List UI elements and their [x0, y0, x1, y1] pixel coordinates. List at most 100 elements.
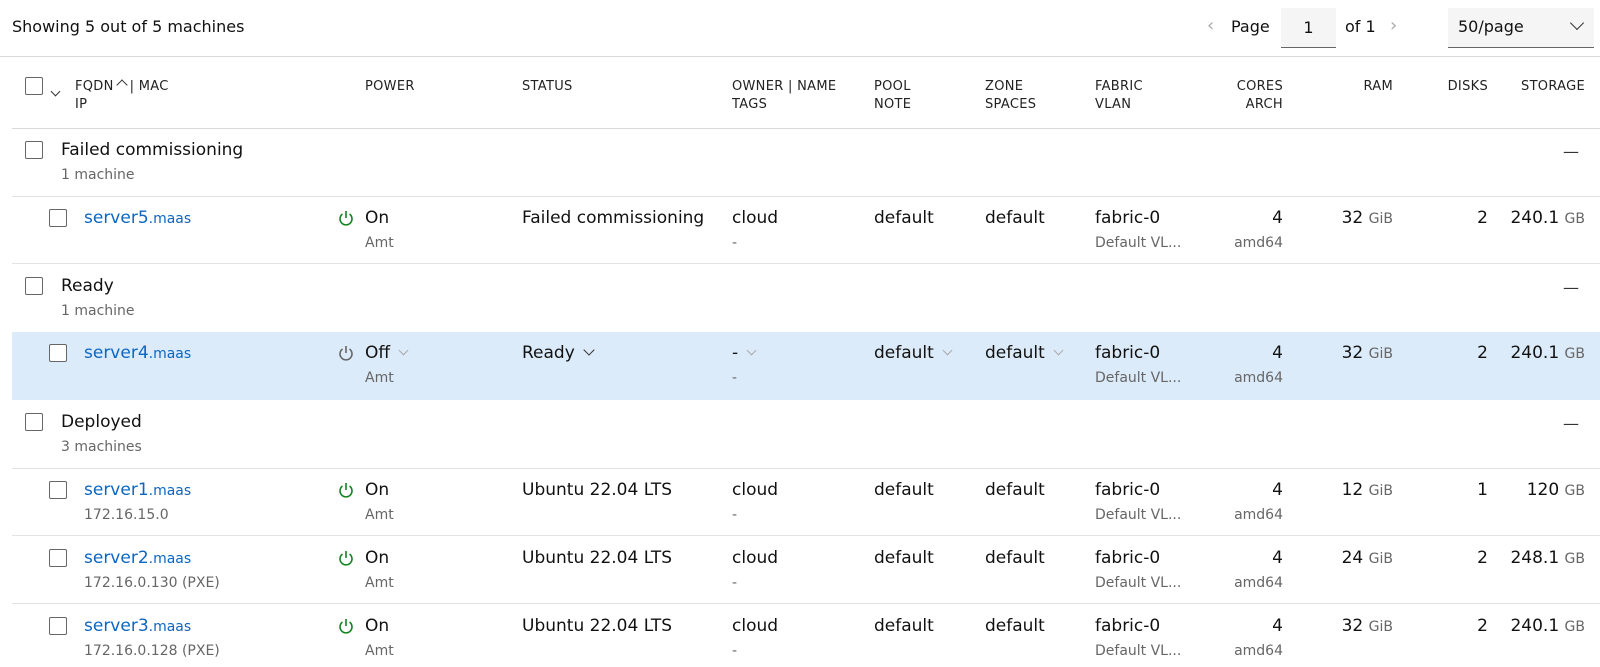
zone-spaces-header[interactable]: ZONE SPACES [985, 78, 1036, 114]
per-page-select[interactable]: 50/page [1448, 8, 1594, 48]
machine-disks: 2 [1477, 208, 1488, 228]
group-checkbox[interactable] [25, 277, 43, 295]
machine-fabric: fabric-0 [1095, 616, 1161, 636]
machine-checkbox[interactable] [49, 617, 67, 635]
cores-header[interactable]: CORES [1237, 79, 1283, 94]
power-type: Amt [365, 575, 394, 591]
zone-dropdown[interactable]: default [985, 343, 1064, 363]
machine-count-summary: Showing 5 out of 5 machines [12, 17, 245, 36]
page-label: Page [1231, 17, 1270, 36]
page-number-input[interactable] [1281, 8, 1336, 48]
machine-disks: 2 [1477, 343, 1488, 363]
group-checkbox[interactable] [25, 141, 43, 159]
chevron-down-icon [583, 344, 595, 356]
row-divider [12, 603, 1600, 604]
machine-zone: default [985, 208, 1045, 228]
machine-owner: cloud [732, 616, 779, 636]
machine-vlan: Default VL... [1095, 370, 1182, 386]
arch-header: ARCH [1245, 97, 1283, 112]
power-state: On [365, 208, 390, 228]
pool-dropdown[interactable]: default [874, 343, 953, 363]
sort-ascending-icon[interactable] [115, 79, 128, 91]
next-page-chevron-icon[interactable]: › [1390, 15, 1397, 36]
machine-fqdn-link[interactable]: server1.maas [84, 480, 191, 500]
machine-pool: default [874, 208, 934, 228]
storage-header[interactable]: STORAGE [1500, 78, 1585, 96]
row-divider [12, 263, 1600, 264]
machine-vlan: Default VL... [1095, 507, 1182, 523]
power-state-dropdown[interactable]: Off [365, 343, 409, 363]
machine-fqdn-link[interactable]: server5.maas [84, 208, 191, 228]
machine-zone: default [985, 616, 1045, 636]
power-state: On [365, 616, 390, 636]
group-checkbox[interactable] [25, 413, 43, 431]
power-state: On [365, 480, 390, 500]
machine-cores: 4 [1272, 480, 1283, 500]
status-dropdown[interactable]: Ready [522, 343, 595, 363]
disks-header[interactable]: DISKS [1430, 78, 1488, 96]
machine-fabric: fabric-0 [1095, 548, 1161, 568]
machine-fqdn-link[interactable]: server3.maas [84, 616, 191, 636]
machine-disks: 1 [1477, 480, 1488, 500]
pool-header[interactable]: POOL [874, 79, 911, 94]
row-divider [12, 468, 1600, 469]
machine-pool: default [874, 480, 934, 500]
fqdn-header[interactable]: FQDN [75, 79, 114, 94]
cores-arch-header[interactable]: CORES ARCH [1200, 78, 1283, 114]
fabric-vlan-header[interactable]: FABRIC VLAN [1095, 78, 1143, 114]
group-collapse-toggle[interactable]: — [1563, 142, 1579, 161]
machine-cores: 4 [1272, 548, 1283, 568]
machine-storage: 120 GB [1526, 480, 1585, 500]
fqdn-mac-header[interactable]: FQDN | MAC IP [75, 78, 169, 114]
owner-tags-header[interactable]: OWNER | NAME TAGS [732, 78, 836, 114]
machine-fqdn-link[interactable]: server2.maas [84, 548, 191, 568]
machine-vlan: Default VL... [1095, 575, 1182, 591]
machine-checkbox[interactable] [49, 549, 67, 567]
machine-ram: 32 GiB [1341, 208, 1393, 228]
zone-header[interactable]: ZONE [985, 79, 1023, 94]
power-on-icon [339, 619, 353, 634]
group-collapse-toggle[interactable]: — [1563, 414, 1579, 433]
machine-pool: default [874, 616, 934, 636]
machine-checkbox[interactable] [49, 209, 67, 227]
chevron-down-icon [1053, 345, 1064, 356]
fabric-header[interactable]: FABRIC [1095, 79, 1143, 94]
machine-vlan: Default VL... [1095, 643, 1182, 659]
power-header[interactable]: POWER [365, 78, 415, 96]
per-page-value: 50/page [1458, 17, 1524, 36]
mac-header[interactable]: | MAC [130, 79, 169, 94]
machine-ram: 12 GiB [1341, 480, 1393, 500]
status-header[interactable]: STATUS [522, 78, 573, 96]
machine-storage: 240.1 GB [1510, 616, 1585, 636]
machine-checkbox[interactable] [49, 344, 67, 362]
machine-fqdn-link[interactable]: server4.maas [84, 343, 191, 363]
toolbar: Showing 5 out of 5 machines ‹ Page of 1 … [0, 0, 1600, 57]
note-header: NOTE [874, 97, 912, 112]
machine-tags: - [732, 575, 738, 591]
machine-tags: - [732, 507, 738, 523]
row-divider [12, 196, 1600, 197]
spaces-header: SPACES [985, 97, 1037, 112]
pool-note-header[interactable]: POOL NOTE [874, 78, 911, 114]
power-state: On [365, 548, 390, 568]
machine-disks: 2 [1477, 548, 1488, 568]
machine-checkbox[interactable] [49, 481, 67, 499]
group-count: 3 machines [61, 439, 142, 455]
owner-header[interactable]: OWNER | NAME [732, 79, 836, 94]
machine-ip: 172.16.15.0 [84, 507, 169, 523]
machine-cores: 4 [1272, 343, 1283, 363]
ram-header[interactable]: RAM [1330, 78, 1393, 96]
machine-vlan: Default VL... [1095, 235, 1182, 251]
select-all-checkbox[interactable] [25, 77, 43, 95]
machine-status: Ubuntu 22.04 LTS [522, 480, 673, 500]
machine-fabric: fabric-0 [1095, 343, 1161, 363]
power-on-icon [339, 551, 353, 566]
owner-dropdown[interactable]: - [732, 343, 757, 363]
select-all-chevron-down-icon[interactable] [50, 80, 61, 99]
power-off-icon [339, 346, 353, 361]
power-type: Amt [365, 370, 394, 386]
machine-ip: 172.16.0.130 (PXE) [84, 575, 220, 591]
previous-page-chevron-icon[interactable]: ‹ [1207, 15, 1214, 36]
machine-arch: amd64 [1234, 507, 1283, 523]
group-collapse-toggle[interactable]: — [1563, 278, 1579, 297]
